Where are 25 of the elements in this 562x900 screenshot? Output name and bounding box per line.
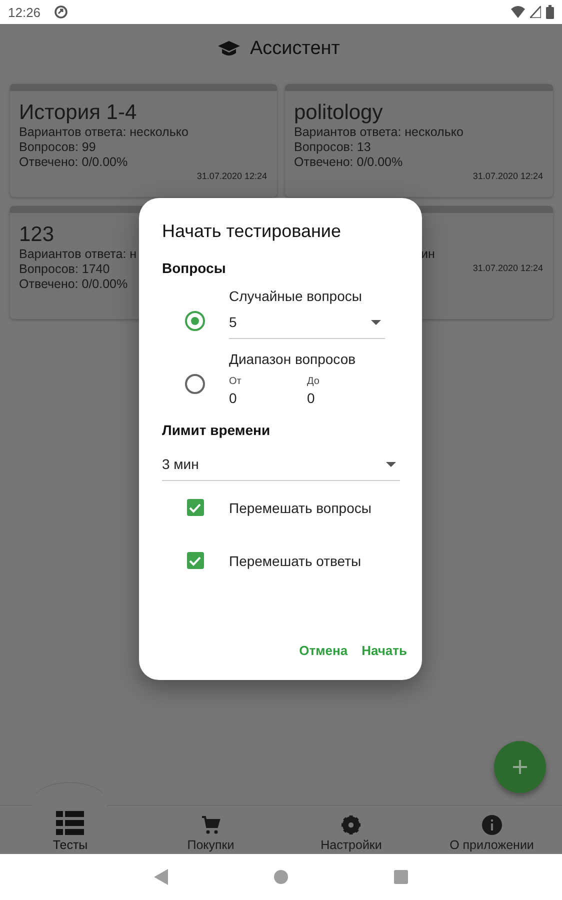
card-date: 31.07.2020 12:24 [472, 263, 543, 273]
option-label: Случайные вопросы [229, 288, 363, 304]
card-line: Вариантов ответа: н [19, 247, 137, 262]
card-line: Вопросов: 1740 [19, 262, 110, 277]
card-line: Отвечено: 0/0.00% [294, 155, 403, 170]
option-label: Диапазон вопросов [229, 351, 356, 367]
section-label: Лимит времени [162, 422, 272, 438]
card-line: Вариантов ответа: несколько [19, 125, 188, 140]
card-line: Вопросов: 13 [294, 140, 371, 155]
dialog-title: Начать тестирование [162, 220, 342, 242]
checkbox-label: Перемешать вопросы [229, 500, 372, 516]
card-date: 31.07.2020 12:24 [196, 171, 267, 181]
card-date: 31.07.2020 12:24 [472, 171, 543, 181]
card-line: Вопросов: 99 [19, 140, 96, 155]
card-line: ин [421, 247, 435, 262]
card-title: 123 [19, 223, 54, 247]
card-line: Отвечено: 0/0.00% [19, 277, 128, 292]
clock-text: 12:26 [8, 4, 41, 20]
card-title: История 1-4 [19, 101, 137, 125]
section-label: Вопросы [162, 260, 227, 276]
card-title: politology [294, 101, 383, 125]
card-line: Отвечено: 0/0.00% [19, 155, 128, 170]
card-line: Вариантов ответа: несколько [294, 125, 464, 140]
app-title: Ассистент [250, 38, 340, 60]
checkbox-label: Перемешать ответы [229, 552, 362, 568]
